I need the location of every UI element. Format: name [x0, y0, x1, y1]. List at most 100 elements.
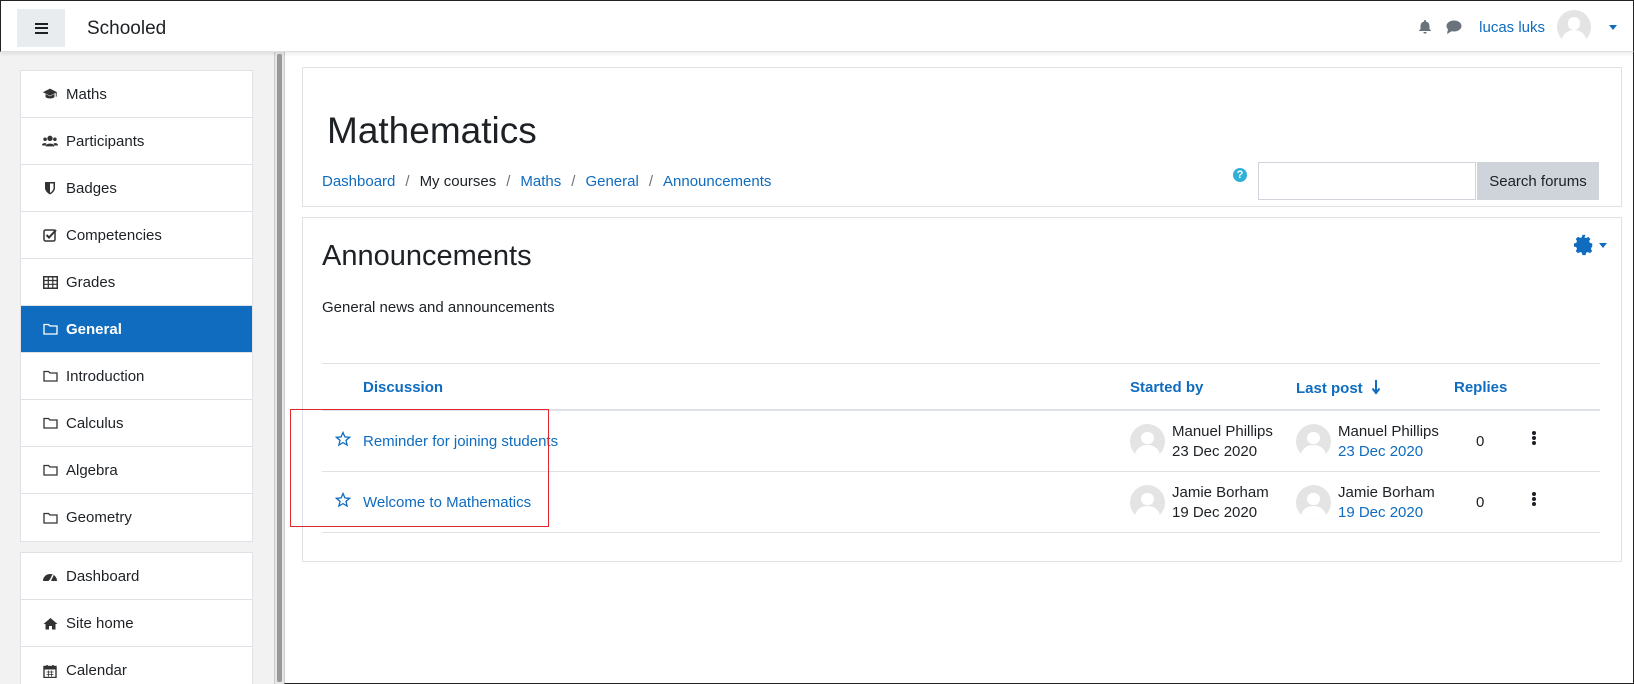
discussion-link[interactable]: Reminder for joining students [363, 433, 558, 450]
discussion-link[interactable]: Welcome to Mathematics [363, 494, 531, 511]
breadcrumb: Dashboard / My courses / Maths / General… [322, 173, 771, 190]
avatar [1130, 424, 1165, 459]
main-region: Mathematics Dashboard / My courses / Mat… [284, 52, 1634, 684]
drawer-item-dashboard[interactable]: Dashboard [21, 553, 252, 600]
breadcrumb-dashboard[interactable]: Dashboard [322, 173, 395, 190]
column-started-by[interactable]: Started by [1130, 379, 1203, 396]
drawer-item-general[interactable]: General [21, 306, 252, 353]
drawer-item-geometry[interactable]: Geometry [21, 494, 252, 541]
column-last-post[interactable]: Last post [1296, 379, 1381, 397]
star-icon[interactable] [335, 431, 351, 447]
drawer-item-label: Maths [66, 85, 107, 103]
check-square-icon [42, 228, 58, 242]
site-name[interactable]: Schooled [87, 18, 166, 40]
graduation-cap-icon [42, 87, 58, 101]
column-discussion[interactable]: Discussion [363, 379, 443, 396]
gear-icon[interactable] [1573, 234, 1595, 256]
started-date: 23 Dec 2020 [1172, 443, 1258, 460]
search-forums-button[interactable]: Search forums [1477, 162, 1599, 200]
help-icon[interactable]: ? [1233, 168, 1247, 182]
drawer-item-calendar[interactable]: Calendar [21, 647, 252, 684]
column-replies[interactable]: Replies [1454, 379, 1507, 396]
started-date: 19 Dec 2020 [1172, 504, 1258, 521]
avatar[interactable] [1557, 10, 1591, 44]
top-navbar: Schooled lucas luks [0, 0, 1634, 52]
drawer-item-maths[interactable]: Maths [21, 71, 252, 118]
breadcrumb-announcements[interactable]: Announcements [663, 173, 771, 190]
drawer-item-badges[interactable]: Badges [21, 165, 252, 212]
table-row: Welcome to Mathematics Jamie Borham 19 D… [322, 472, 1600, 533]
reply-count: 0 [1476, 433, 1485, 450]
nav-drawer: Maths Participants Badges Competencies G… [0, 52, 272, 684]
users-icon [42, 134, 58, 148]
drawer-toggle-button[interactable] [17, 9, 65, 47]
chevron-down-icon[interactable] [1599, 242, 1607, 248]
drawer-item-calculus[interactable]: Calculus [21, 400, 252, 447]
last-post-name: Manuel Phillips [1338, 423, 1439, 440]
folder-icon [42, 463, 58, 477]
forum-card: Announcements General news and announcem… [302, 217, 1622, 562]
avatar [1130, 485, 1165, 520]
column-last-post-label[interactable]: Last post [1296, 380, 1363, 397]
started-by-name: Jamie Borham [1172, 484, 1269, 501]
star-icon[interactable] [335, 492, 351, 508]
drawer-item-label: Grades [66, 273, 116, 291]
menu-icon [34, 22, 48, 34]
page-header: Mathematics Dashboard / My courses / Mat… [302, 67, 1622, 207]
table-icon [42, 275, 58, 289]
scrollbar-thumb[interactable] [277, 54, 282, 682]
home-icon [42, 616, 58, 630]
drawer-item-site-home[interactable]: Site home [21, 600, 252, 647]
last-post-date-link[interactable]: 19 Dec 2020 [1338, 504, 1423, 521]
forum-intro: General news and announcements [322, 299, 555, 316]
breadcrumb-separator: / [506, 173, 511, 190]
table-row: Reminder for joining students Manuel Phi… [322, 411, 1600, 472]
discussion-table: Discussion Started by Last post Replies … [322, 363, 1600, 533]
drawer-item-label: Geometry [66, 509, 132, 526]
folder-icon [42, 416, 58, 430]
drawer-item-participants[interactable]: Participants [21, 118, 252, 165]
drawer-item-label: Site home [66, 614, 134, 632]
last-post-date-link[interactable]: 23 Dec 2020 [1338, 443, 1423, 460]
chevron-down-icon[interactable] [1609, 24, 1617, 30]
search-forums-input[interactable] [1258, 162, 1476, 200]
drawer-item-label: General [66, 320, 122, 338]
reply-count: 0 [1476, 494, 1485, 511]
dashboard-icon [42, 569, 58, 583]
bell-icon[interactable] [1417, 19, 1433, 35]
drawer-item-introduction[interactable]: Introduction [21, 353, 252, 400]
folder-icon [42, 511, 58, 525]
drawer-item-label: Dashboard [66, 567, 140, 585]
breadcrumb-my-courses: My courses [419, 173, 497, 190]
site-menu: Dashboard Site home Calendar [20, 552, 253, 684]
last-post-name: Jamie Borham [1338, 484, 1435, 501]
breadcrumb-separator: / [648, 173, 653, 190]
user-navigation: lucas luks [1417, 10, 1617, 44]
drawer-item-algebra[interactable]: Algebra [21, 447, 252, 494]
drawer-item-grades[interactable]: Grades [21, 259, 252, 306]
drawer-item-competencies[interactable]: Competencies [21, 212, 252, 259]
chat-icon[interactable] [1445, 19, 1463, 35]
shield-icon [42, 181, 58, 195]
drawer-scrollbar[interactable] [274, 52, 284, 684]
user-name[interactable]: lucas luks [1479, 19, 1545, 36]
avatar [1296, 424, 1331, 459]
sort-arrow-down-icon [1371, 380, 1381, 395]
drawer-item-label: Participants [66, 132, 145, 150]
folder-icon [42, 322, 58, 336]
breadcrumb-maths[interactable]: Maths [520, 173, 561, 190]
more-actions-icon[interactable] [1532, 431, 1536, 445]
forum-title: Announcements [322, 240, 532, 272]
calendar-icon [42, 664, 58, 678]
drawer-item-label: Badges [66, 179, 117, 197]
started-by-name: Manuel Phillips [1172, 423, 1273, 440]
drawer-item-label: Competencies [66, 226, 162, 244]
page-title: Mathematics [327, 110, 537, 151]
forum-actions-menu[interactable] [1573, 234, 1607, 256]
more-actions-icon[interactable] [1532, 492, 1536, 506]
table-header: Discussion Started by Last post Replies [322, 363, 1600, 411]
drawer-item-label: Introduction [66, 367, 145, 385]
course-menu: Maths Participants Badges Competencies G… [20, 70, 253, 542]
breadcrumb-general[interactable]: General [585, 173, 638, 190]
drawer-item-label: Calculus [66, 414, 124, 432]
